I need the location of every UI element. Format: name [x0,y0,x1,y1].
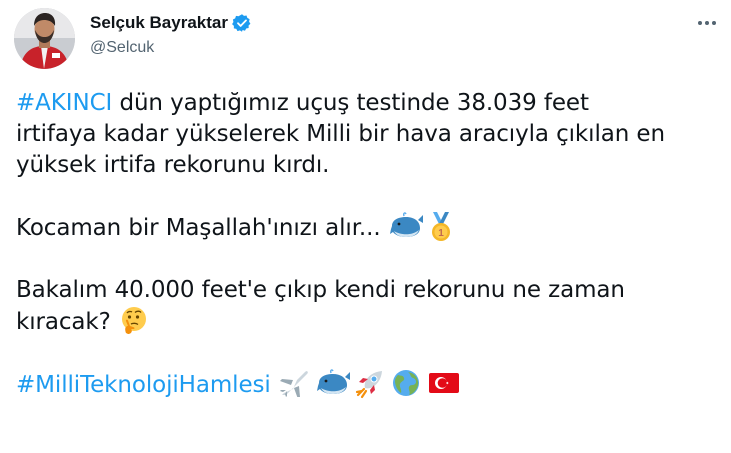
tweet-text-line: Bakalım 40.000 feet'e çıkıp kendi rekoru… [16,277,625,303]
tweet-text-line: kıracak? [16,309,111,335]
tweet-paragraph-1: #AKINCI dün yaptığımız uçuş testinde 38.… [16,88,728,181]
tweet-text-line: Kocaman bir Maşallah'ınızı alır... [16,215,381,241]
turkey-flag-icon [428,369,459,397]
gold-medal-icon: 1 [427,212,455,241]
hashtag-milliteknolojihamlesi[interactable]: #MilliTeknolojiHamlesi [16,372,271,398]
globe-icon [392,369,420,397]
whale-icon [389,212,423,240]
airplane-icon [279,369,308,397]
thinking-face-icon [120,306,148,334]
author-handle[interactable]: @Selcuk [90,39,252,57]
tweet-header: Selçuk Bayraktar @Selcuk [14,8,719,72]
svg-text:1: 1 [438,228,444,239]
display-name[interactable]: Selçuk Bayraktar [90,13,228,33]
tweet-text-line: dün yaptığımız uçuş testinde 38.039 feet [112,90,589,116]
more-options-icon[interactable] [695,14,719,32]
hashtag-akinci[interactable]: #AKINCI [16,90,112,116]
display-name-row: Selçuk Bayraktar [90,11,252,35]
tweet: Selçuk Bayraktar @Selcuk #AKINCI dün yap… [0,0,731,453]
tweet-text-line: irtifaya kadar yükselerek Milli bir hava… [16,121,665,147]
author-names: Selçuk Bayraktar @Selcuk [90,11,252,57]
verified-badge-icon [232,13,252,33]
avatar[interactable] [14,8,75,69]
rocket-icon [354,369,383,399]
tweet-paragraph-2: Kocaman bir Maşallah'ınızı alır... 1 [16,212,728,244]
tweet-text: #AKINCI dün yaptığımız uçuş testinde 38.… [16,88,728,401]
whale-icon [317,369,351,397]
tweet-paragraph-4: #MilliTeknolojiHamlesi [16,369,728,401]
tweet-paragraph-3: Bakalım 40.000 feet'e çıkıp kendi rekoru… [16,275,728,338]
tweet-text-line: yüksek irtifa rekorunu kırdı. [16,152,330,178]
